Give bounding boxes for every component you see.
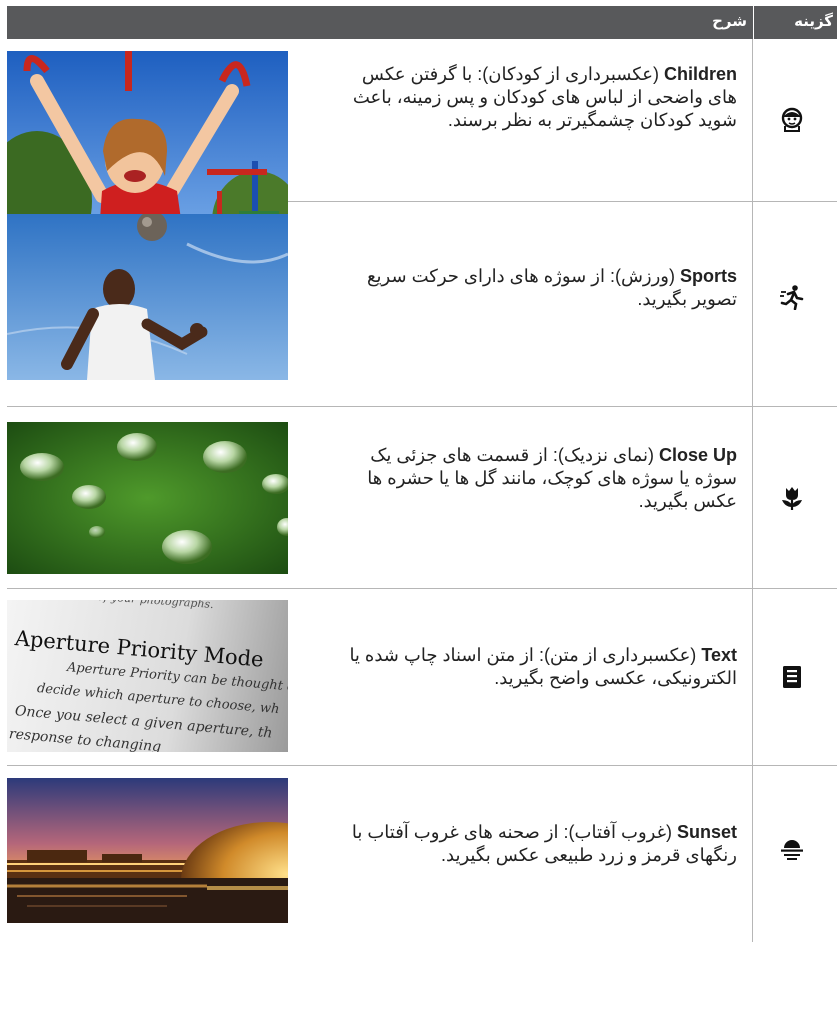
document-text-icon	[779, 664, 805, 690]
column-divider	[752, 202, 753, 406]
row-description: Children (عکسبرداری از کودکان): با گرفتن…	[332, 63, 737, 132]
running-person-icon	[779, 284, 805, 311]
row-description: Text (عکسبرداری از متن): از متن اسناد چا…	[332, 644, 737, 690]
mode-name: Children	[663, 64, 737, 84]
mode-text: (عکسبرداری از متن): از متن اسناد چاپ شده…	[349, 645, 737, 688]
table-row-close-up: Close Up (نمای نزدیک): از قسمت های جزئی …	[7, 407, 837, 589]
mode-name: Sunset	[676, 822, 737, 842]
header-option: گزینه	[753, 6, 837, 39]
table-row-sports: Sports (ورزش): از سوژه های دارای حرکت سر…	[7, 202, 837, 407]
row-description: Sports (ورزش): از سوژه های دارای حرکت سر…	[332, 265, 737, 311]
row-description: Close Up (نمای نزدیک): از قسمت های جزئی …	[332, 444, 737, 513]
printed-page-photo: of your photographs. Aperture Priority M…	[7, 600, 288, 752]
soccer-player-photo	[7, 214, 288, 380]
column-divider	[752, 407, 753, 588]
table-row-text: of your photographs. Aperture Priority M…	[7, 589, 837, 766]
table-row-children: Children (عکسبرداری از کودکان): با گرفتن…	[7, 39, 837, 262]
city-sunset-photo	[7, 778, 288, 923]
row-description: Sunset (غروب آفتاب): از صحنه های غروب آف…	[332, 821, 737, 867]
table-header: گزینه شرح	[7, 6, 837, 39]
tulip-icon	[779, 485, 805, 511]
column-divider	[752, 589, 753, 765]
child-face-icon	[779, 106, 805, 132]
photo-text-heading: Aperture Priority Mode	[13, 626, 265, 672]
header-description: شرح	[712, 12, 747, 30]
mode-name: Close Up	[658, 445, 737, 465]
column-divider	[752, 39, 753, 201]
photo-text-line: of your photographs.	[96, 600, 215, 612]
water-drops-leaf-photo	[7, 422, 288, 574]
table-row-sunset: Sunset (غروب آفتاب): از صحنه های غروب آف…	[7, 766, 837, 942]
scene-modes-table: گزینه شرح Children (عکسبرداری از کودکان)…	[7, 6, 837, 942]
column-divider	[752, 766, 753, 942]
sunset-icon	[779, 836, 805, 862]
mode-name: Text	[701, 645, 737, 665]
mode-name: Sports	[679, 266, 737, 286]
